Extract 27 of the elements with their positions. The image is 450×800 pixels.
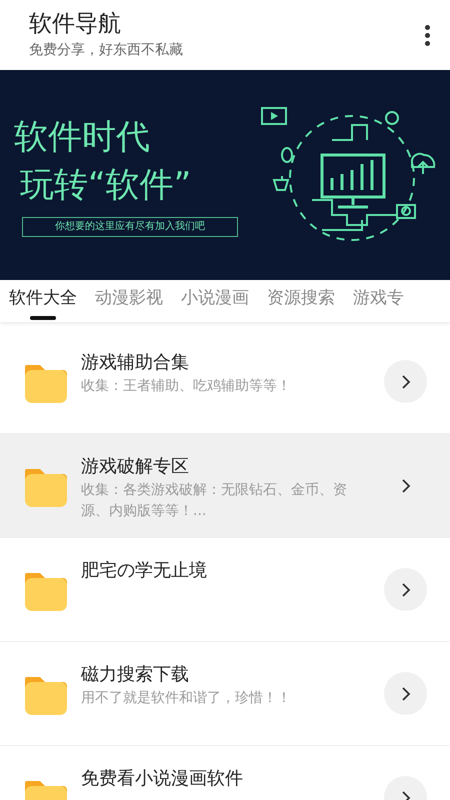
item-title: 游戏破解专区 (81, 455, 190, 479)
item-description: 用不了就是软件和谐了，珍惜！！ (81, 689, 292, 708)
banner-headline: 软件时代 (14, 116, 151, 159)
item-title: 游戏辅助合集 (81, 351, 190, 375)
banner[interactable]: 软件时代 玩转“软件” 你想要的这里应有尽有加入我们吧 (0, 70, 450, 280)
category-tab[interactable]: 资源搜索 (258, 280, 344, 322)
category-tab[interactable]: 小说漫画 (172, 280, 258, 322)
chevron-right-icon (400, 478, 410, 494)
item-title: 肥宅の学无止境 (81, 559, 208, 583)
chevron-button[interactable] (384, 568, 427, 611)
app-title: 软件导航 (29, 10, 122, 39)
category-tab[interactable]: 软件大全 (0, 280, 86, 322)
item-description: 收集：各类游戏破解：无限钻石、金币、资源、内购版等等！... (81, 481, 348, 521)
chevron-right-icon (400, 374, 410, 390)
chevron-right-icon (400, 686, 410, 702)
chevron-right-icon (400, 582, 410, 598)
item-title: 磁力搜索下载 (81, 663, 190, 687)
category-tab[interactable]: 游戏专 (344, 280, 413, 322)
chevron-button[interactable] (384, 672, 427, 715)
item-description: 收集：王者辅助、吃鸡辅助等等！ (81, 377, 292, 396)
item-title: 免费看小说漫画软件 (81, 767, 244, 791)
category-tab[interactable]: 动漫影视 (86, 280, 172, 322)
banner-tagline: 你想要的这里应有尽有加入我们吧 (22, 217, 238, 237)
app-subtitle: 免费分享，好东西不私藏 (29, 41, 184, 60)
list-item[interactable]: 游戏破解专区 收集：各类游戏破解：无限钻石、金币、资源、内购版等等！... (0, 434, 450, 538)
chevron-button[interactable] (384, 360, 427, 403)
banner-headline: 玩转“软件” (19, 164, 192, 207)
